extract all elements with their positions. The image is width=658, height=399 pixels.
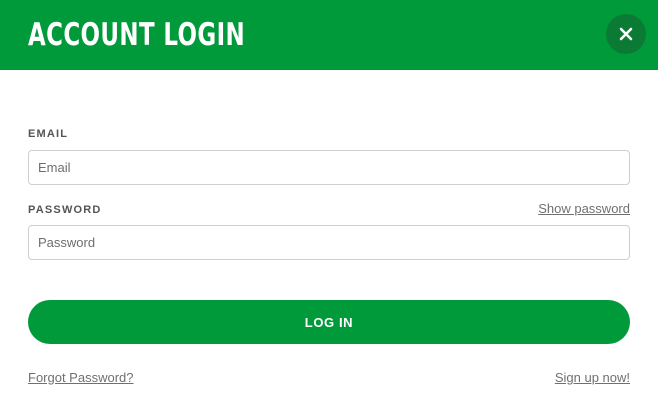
show-password-link[interactable]: Show password xyxy=(538,201,630,217)
close-button[interactable] xyxy=(606,14,646,54)
login-modal: ACCOUNT LOGIN EMAIL PASSWORD Show passwo… xyxy=(0,0,658,399)
close-icon xyxy=(619,27,633,41)
email-field[interactable] xyxy=(28,150,630,185)
email-label: EMAIL xyxy=(28,128,69,140)
password-label: PASSWORD xyxy=(28,204,102,216)
forgot-password-link[interactable]: Forgot Password? xyxy=(28,370,134,386)
modal-header: ACCOUNT LOGIN xyxy=(0,0,658,70)
password-field[interactable] xyxy=(28,225,630,260)
login-button[interactable]: LOG IN xyxy=(28,300,630,344)
modal-title: ACCOUNT LOGIN xyxy=(28,17,246,53)
signup-link[interactable]: Sign up now! xyxy=(555,370,630,386)
